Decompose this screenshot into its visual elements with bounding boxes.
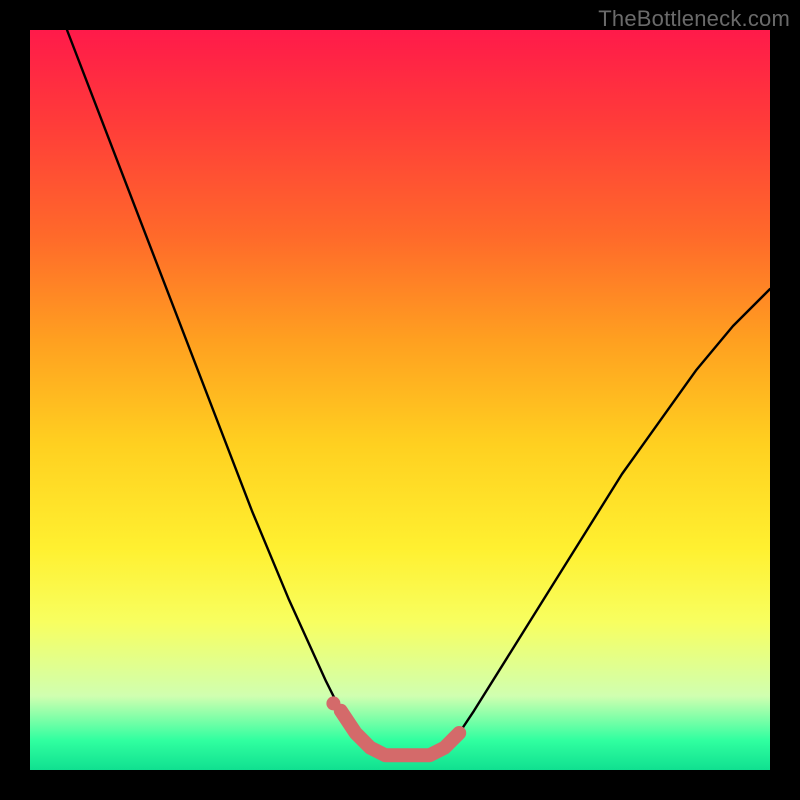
watermark-text: TheBottleneck.com	[598, 6, 790, 32]
bottleneck-curve	[67, 30, 770, 755]
optimal-range-marker	[341, 711, 459, 755]
chart-svg	[30, 30, 770, 770]
optimal-range-start-dot	[326, 696, 340, 710]
